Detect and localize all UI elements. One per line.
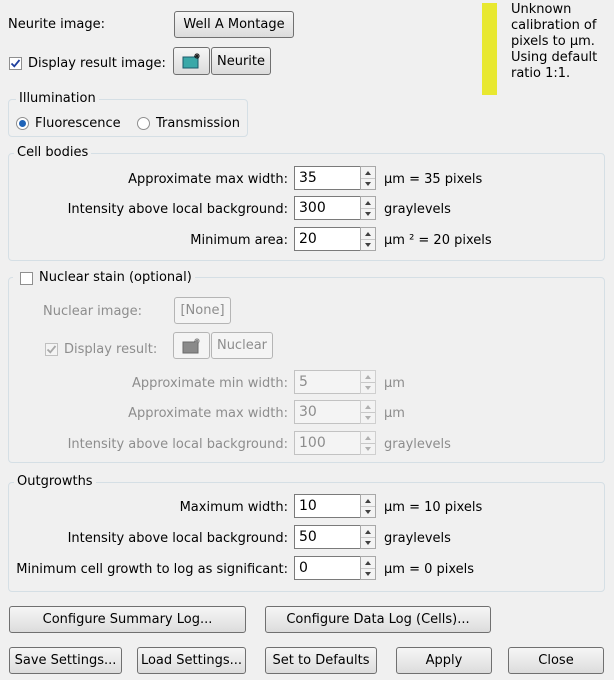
outgrowth-max-width-input[interactable]: 10 xyxy=(294,494,361,518)
cell-min-area-unit: µm ² = 20 pixels xyxy=(384,233,492,248)
outgrowth-intensity-input[interactable]: 50 xyxy=(294,525,361,549)
cell-intensity-unit: graylevels xyxy=(384,202,451,217)
nuclear-min-width-input[interactable]: 5 xyxy=(294,370,361,394)
configure-summary-log-button[interactable]: Configure Summary Log... xyxy=(9,606,246,633)
spin-down-arrow-icon[interactable] xyxy=(361,382,375,393)
nuclear-image-label: Nuclear image: xyxy=(43,304,143,319)
nuclear-display-result-checkbox[interactable] xyxy=(45,343,58,356)
cell-min-area-label: Minimum area: xyxy=(190,233,288,248)
fluorescence-radio[interactable] xyxy=(16,117,29,130)
checkmark-icon xyxy=(46,345,57,354)
outgrowths-title: Outgrowths xyxy=(14,474,96,490)
set-to-defaults-button[interactable]: Set to Defaults xyxy=(265,647,377,674)
outgrowth-max-width-label: Maximum width: xyxy=(179,500,288,515)
apply-button[interactable]: Apply xyxy=(396,647,492,674)
spin-down-arrow-icon[interactable] xyxy=(361,443,375,454)
cell-max-width-label: Approximate max width: xyxy=(128,172,288,187)
nuclear-min-width-unit: µm xyxy=(384,376,405,391)
outgrowth-max-width-unit: µm = 10 pixels xyxy=(384,500,483,515)
spin-down-arrow-icon[interactable] xyxy=(361,208,375,219)
notice-line: calibration of xyxy=(511,18,597,33)
outgrowth-intensity-unit: graylevels xyxy=(384,531,451,546)
transmission-radio[interactable] xyxy=(137,117,150,130)
nuclear-min-width-stepper[interactable]: 5 xyxy=(294,370,376,394)
nuclear-image-button[interactable]: [None] xyxy=(174,297,231,324)
image-window-icon xyxy=(182,53,200,69)
display-result-image-label: Display result image: xyxy=(28,56,166,71)
min-cell-growth-input[interactable]: 0 xyxy=(294,556,361,580)
load-settings-button[interactable]: Load Settings... xyxy=(137,647,246,674)
nuclear-display-icon-button[interactable] xyxy=(173,332,210,359)
illumination-title: Illumination xyxy=(16,91,99,107)
min-cell-growth-unit: µm = 0 pixels xyxy=(384,562,475,577)
fluorescence-label: Fluorescence xyxy=(35,116,121,131)
spin-down-arrow-icon[interactable] xyxy=(361,537,375,548)
cell-max-width-input[interactable]: 35 xyxy=(294,166,361,190)
nuclear-intensity-input[interactable]: 100 xyxy=(294,431,361,455)
notice-line: Unknown xyxy=(511,2,572,17)
cell-min-area-stepper[interactable]: 20 xyxy=(294,227,376,251)
calibration-notice: Unknown calibration of pixels to µm. Usi… xyxy=(511,2,611,82)
outgrowth-max-width-stepper[interactable]: 10 xyxy=(294,494,376,518)
spin-down-arrow-icon[interactable] xyxy=(361,506,375,517)
cell-min-area-input[interactable]: 20 xyxy=(294,227,361,251)
nuclear-max-width-unit: µm xyxy=(384,406,405,421)
neurite-image-label: Neurite image: xyxy=(8,17,106,32)
neurite-result-button[interactable]: Neurite xyxy=(211,47,271,75)
nuclear-min-width-label: Approximate min width: xyxy=(131,376,288,391)
transmission-label: Transmission xyxy=(156,116,240,131)
min-cell-growth-stepper[interactable]: 0 xyxy=(294,556,376,580)
neurite-display-icon-button[interactable] xyxy=(173,47,210,75)
display-result-image-checkbox[interactable] xyxy=(9,57,22,70)
min-cell-growth-label: Minimum cell growth to log as significan… xyxy=(16,562,288,577)
nuclear-intensity-label: Intensity above local background: xyxy=(67,437,288,452)
close-button[interactable]: Close xyxy=(508,647,604,674)
nuclear-stain-checkbox[interactable] xyxy=(20,272,33,285)
nuclear-intensity-unit: graylevels xyxy=(384,437,451,452)
cell-bodies-title: Cell bodies xyxy=(14,145,92,161)
spin-down-arrow-icon[interactable] xyxy=(361,239,375,250)
save-settings-button[interactable]: Save Settings... xyxy=(9,647,122,674)
outgrowth-intensity-label: Intensity above local background: xyxy=(67,531,288,546)
spin-down-arrow-icon[interactable] xyxy=(361,412,375,423)
image-window-icon xyxy=(182,337,200,353)
notice-line: Using default xyxy=(511,50,598,65)
configure-data-log-button[interactable]: Configure Data Log (Cells)... xyxy=(265,606,491,633)
cell-max-width-stepper[interactable]: 35 xyxy=(294,166,376,190)
nuclear-result-button[interactable]: Nuclear xyxy=(211,332,273,359)
spin-down-arrow-icon[interactable] xyxy=(361,178,375,189)
cell-intensity-stepper[interactable]: 300 xyxy=(294,196,376,220)
cell-intensity-label: Intensity above local background: xyxy=(67,202,288,217)
nuclear-max-width-stepper[interactable]: 30 xyxy=(294,400,376,424)
nuclear-intensity-stepper[interactable]: 100 xyxy=(294,431,376,455)
checkmark-icon xyxy=(10,59,21,68)
nuclear-stain-title: Nuclear stain (optional) xyxy=(39,270,192,285)
neurite-image-button[interactable]: Well A Montage xyxy=(174,11,294,38)
spin-down-arrow-icon[interactable] xyxy=(361,568,375,579)
cell-intensity-input[interactable]: 300 xyxy=(294,196,361,220)
warning-color-bar xyxy=(482,3,497,95)
notice-line: ratio 1:1. xyxy=(511,66,571,81)
notice-line: pixels to µm. xyxy=(511,34,595,49)
nuclear-max-width-label: Approximate max width: xyxy=(128,406,288,421)
outgrowth-intensity-stepper[interactable]: 50 xyxy=(294,525,376,549)
nuclear-max-width-input[interactable]: 30 xyxy=(294,400,361,424)
nuclear-display-result-label: Display result: xyxy=(64,342,158,357)
cell-max-width-unit: µm = 35 pixels xyxy=(384,172,483,187)
